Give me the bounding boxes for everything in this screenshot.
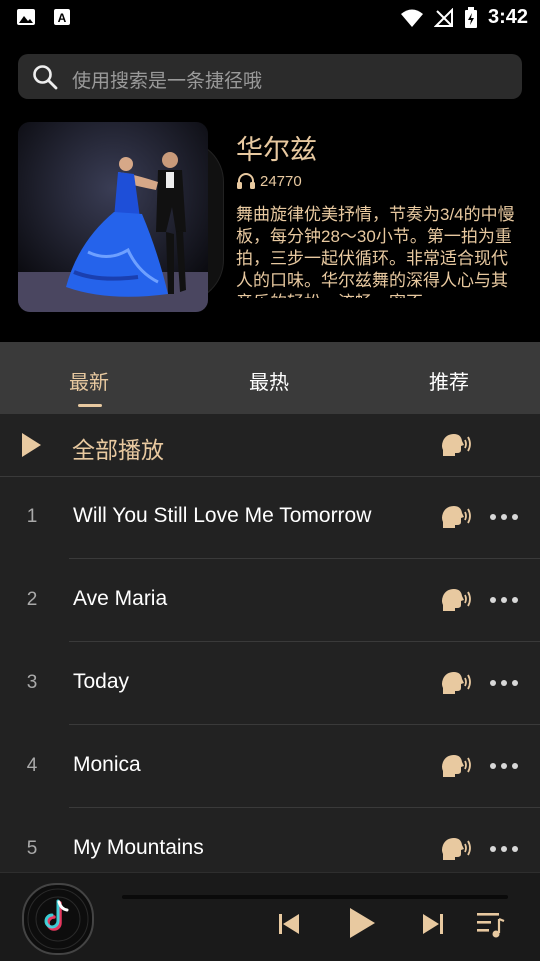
search-placeholder: 使用搜索是一条捷径哦 [72, 71, 263, 92]
more-dots-icon[interactable] [490, 680, 518, 686]
more-dots-icon[interactable] [490, 763, 518, 769]
skip-previous-icon[interactable] [278, 913, 300, 935]
tiktok-icon [27, 888, 89, 950]
search-bar[interactable]: 使用搜索是一条捷径哦 [18, 54, 522, 99]
song-title: Monica [73, 753, 141, 776]
playlist-description: 舞曲旋律优美抒情，节奏为3/4的中慢板，每分钟28～30小节。第一拍为重拍，三步… [236, 205, 515, 298]
song-title: Ave Maria [73, 587, 168, 610]
more-dots-icon[interactable] [490, 597, 518, 603]
song-title: Today [73, 670, 130, 693]
song-row[interactable]: 3 Today [0, 642, 540, 725]
song-index: 4 [26, 755, 38, 776]
battery-charging-icon [464, 6, 477, 28]
more-dots-icon[interactable] [490, 514, 518, 520]
status-bar: A 3:42 [0, 0, 540, 36]
mini-player [0, 872, 540, 961]
active-tab-indicator [78, 404, 102, 407]
song-index: 2 [26, 589, 38, 610]
svg-text:A: A [58, 11, 67, 25]
headphones-icon [237, 173, 255, 189]
wifi-icon [400, 9, 423, 27]
playlist-icon[interactable] [476, 911, 506, 939]
skip-next-icon[interactable] [422, 913, 444, 935]
speaking-head-icon[interactable] [440, 670, 472, 696]
song-title: Will You Still Love Me Tomorrow [73, 504, 372, 527]
song-row[interactable]: 2 Ave Maria [0, 559, 540, 642]
search-icon [33, 65, 58, 90]
speaking-head-icon[interactable] [440, 836, 472, 862]
play-icon [22, 433, 41, 457]
song-index: 5 [26, 838, 38, 859]
image-icon [17, 9, 35, 25]
progress-bar[interactable] [122, 895, 508, 899]
now-playing-disc[interactable] [22, 883, 94, 955]
speaking-head-icon[interactable] [440, 753, 472, 779]
play-all-row[interactable]: 全部播放 [0, 414, 540, 477]
more-dots-icon[interactable] [490, 846, 518, 852]
dancers-image [18, 122, 208, 312]
song-index: 1 [26, 506, 38, 527]
listen-count-value: 24770 [260, 172, 302, 190]
speaking-head-icon[interactable] [440, 432, 472, 458]
tab-bar: 最新 最热 推荐 [0, 342, 540, 414]
listen-count: 24770 [236, 172, 302, 190]
album-cover[interactable] [18, 122, 208, 312]
song-title: My Mountains [73, 836, 204, 859]
play-all-label: 全部播放 [72, 437, 164, 463]
tab-recommended[interactable]: 推荐 [429, 366, 469, 395]
text-a-icon: A [54, 9, 70, 25]
tab-hottest[interactable]: 最热 [249, 366, 289, 395]
clock: 3:42 [487, 6, 528, 28]
song-row[interactable]: 4 Monica [0, 725, 540, 808]
song-list: 全部播放 1 Will You Still Love Me Tomorrow 2… [0, 414, 540, 872]
song-row[interactable]: 1 Will You Still Love Me Tomorrow [0, 476, 540, 559]
playlist-title: 华尔兹 [236, 135, 317, 165]
no-signal-icon [433, 7, 453, 27]
speaking-head-icon[interactable] [440, 587, 472, 613]
song-index: 3 [26, 672, 38, 693]
speaking-head-icon[interactable] [440, 504, 472, 530]
play-icon[interactable] [348, 907, 376, 939]
song-row[interactable]: 5 My Mountains [0, 808, 540, 872]
tab-latest[interactable]: 最新 [69, 366, 109, 395]
